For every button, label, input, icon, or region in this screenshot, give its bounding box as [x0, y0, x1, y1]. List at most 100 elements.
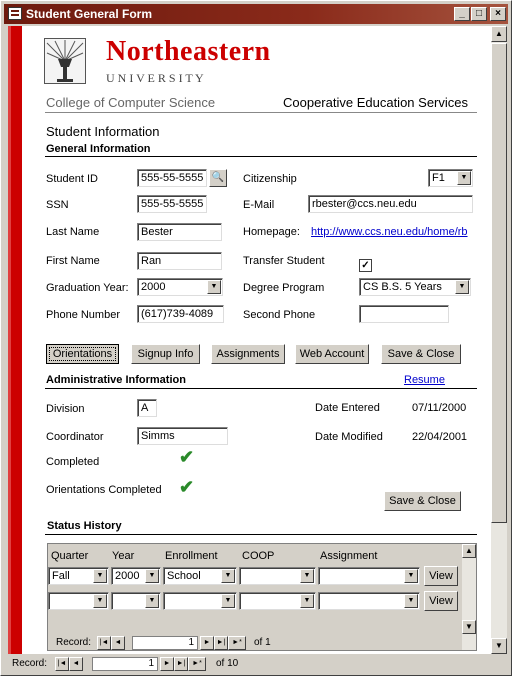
coop-select[interactable]: ▼: [239, 592, 316, 610]
email-label: E-Mail: [243, 199, 275, 211]
chevron-down-icon[interactable]: ▼: [221, 594, 235, 608]
chevron-down-icon[interactable]: ▼: [457, 171, 471, 185]
main-scrollbar[interactable]: ▲ ▼: [491, 26, 507, 654]
last-record-icon[interactable]: ►|: [214, 636, 228, 650]
year-select[interactable]: ▼: [111, 592, 161, 610]
signup-info-button[interactable]: Signup Info: [131, 344, 200, 364]
minimize-button[interactable]: _: [454, 7, 470, 21]
date-modified-value: 22/04/2001: [412, 431, 468, 443]
admin-save-close-button[interactable]: Save & Close: [384, 491, 461, 511]
coordinator-label: Coordinator: [46, 431, 104, 443]
scroll-down-icon[interactable]: ▼: [491, 638, 507, 654]
record-number-input[interactable]: 1: [92, 657, 158, 671]
assignment-select[interactable]: ▼: [318, 567, 420, 585]
degree-label: Degree Program: [243, 282, 325, 294]
chevron-down-icon[interactable]: ▼: [455, 280, 469, 294]
chevron-down-icon[interactable]: ▼: [207, 280, 221, 294]
degree-select[interactable]: CS B.S. 5 Years ▼: [359, 278, 471, 296]
first-name-field[interactable]: Ran: [137, 252, 222, 270]
resume-link[interactable]: Resume: [404, 374, 445, 386]
scroll-up-icon[interactable]: ▲: [491, 26, 507, 42]
section-title: Student Information: [46, 124, 160, 139]
record-label: Record:: [12, 658, 48, 669]
division-field[interactable]: A: [137, 399, 157, 417]
main-navigation: Record: |◄ ◄ 1 ► ►| ►* of 10: [8, 656, 507, 672]
scroll-up-icon[interactable]: ▲: [462, 544, 476, 558]
quarter-select[interactable]: Fall ▼: [48, 567, 109, 585]
grad-year-label: Graduation Year:: [46, 282, 129, 294]
record-number-input[interactable]: 1: [132, 636, 198, 650]
citizenship-select[interactable]: F1 ▼: [428, 169, 473, 187]
view-button[interactable]: View: [424, 566, 458, 586]
chevron-down-icon[interactable]: ▼: [93, 569, 107, 583]
window-title: Student General Form: [26, 7, 153, 21]
orientations-button[interactable]: Orientations: [46, 344, 119, 364]
ssn-field[interactable]: 555-55-5555: [137, 195, 207, 213]
citizenship-label: Citizenship: [243, 173, 297, 185]
column-header: Quarter: [51, 550, 89, 562]
chevron-down-icon[interactable]: ▼: [145, 569, 159, 583]
year-select[interactable]: 2000 ▼: [111, 567, 161, 585]
assignment-select[interactable]: ▼: [318, 592, 420, 610]
new-record-icon[interactable]: ►*: [188, 657, 206, 671]
column-header: COOP: [242, 550, 275, 562]
last-name-field[interactable]: Bester: [137, 223, 222, 241]
chevron-down-icon[interactable]: ▼: [145, 594, 159, 608]
record-selector-bar: [8, 26, 25, 654]
division-label: Division: [46, 403, 85, 415]
date-modified-label: Date Modified: [315, 431, 383, 443]
next-record-icon[interactable]: ►: [160, 657, 174, 671]
chevron-down-icon[interactable]: ▼: [93, 594, 107, 608]
date-entered-label: Date Entered: [315, 402, 380, 414]
header-divider: [45, 112, 477, 113]
assignments-button[interactable]: Assignments: [211, 344, 285, 364]
student-id-field[interactable]: 555-55-5555: [137, 169, 207, 187]
first-record-icon[interactable]: |◄: [97, 636, 111, 650]
coordinator-field[interactable]: Simms: [137, 427, 228, 445]
last-record-icon[interactable]: ►|: [174, 657, 188, 671]
chevron-down-icon[interactable]: ▼: [404, 569, 418, 583]
logo-wordmark: Northeastern: [106, 36, 271, 67]
form-icon: [8, 7, 22, 20]
column-header: Year: [112, 550, 135, 562]
close-button[interactable]: ×: [490, 7, 506, 21]
status-history-subform: Quarter Year Enrollment COOP Assignment …: [47, 543, 477, 651]
homepage-label: Homepage:: [243, 226, 300, 238]
web-account-button[interactable]: Web Account: [295, 344, 369, 364]
phone-field[interactable]: (617)739-4089: [137, 305, 224, 323]
date-entered-value: 07/11/2000: [412, 402, 467, 414]
record-count: of 10: [216, 658, 239, 669]
service-name: Cooperative Education Services: [283, 95, 468, 110]
coop-select[interactable]: ▼: [239, 567, 316, 585]
second-phone-field[interactable]: [359, 305, 449, 323]
record-count: of 1: [254, 637, 271, 648]
transfer-checkbox[interactable]: ✓: [359, 259, 372, 272]
chevron-down-icon[interactable]: ▼: [221, 569, 235, 583]
save-close-button[interactable]: Save & Close: [381, 344, 461, 364]
scroll-down-icon[interactable]: ▼: [462, 620, 476, 634]
chevron-down-icon[interactable]: ▼: [300, 594, 314, 608]
chevron-down-icon[interactable]: ▼: [300, 569, 314, 583]
next-record-icon[interactable]: ►: [200, 636, 214, 650]
status-divider: [45, 534, 477, 535]
first-record-icon[interactable]: |◄: [55, 657, 69, 671]
form-body: Northeastern U N I V E R S I T Y College…: [8, 26, 491, 654]
email-field[interactable]: rbester@ccs.neu.edu: [308, 195, 473, 213]
quarter-select[interactable]: ▼: [48, 592, 109, 610]
view-button[interactable]: View: [424, 591, 458, 611]
maximize-button[interactable]: □: [471, 7, 487, 21]
chevron-down-icon[interactable]: ▼: [404, 594, 418, 608]
prev-record-icon[interactable]: ◄: [111, 636, 125, 650]
enrollment-select[interactable]: School ▼: [163, 567, 237, 585]
completed-label: Completed: [46, 456, 100, 468]
grad-year-select[interactable]: 2000 ▼: [137, 278, 223, 296]
prev-record-icon[interactable]: ◄: [69, 657, 83, 671]
subform-scrollbar[interactable]: ▲ ▼: [462, 544, 476, 650]
scroll-thumb[interactable]: [491, 43, 507, 523]
transfer-label: Transfer Student: [243, 255, 325, 267]
lookup-icon[interactable]: 🔍: [209, 169, 227, 187]
university-logo-icon: [44, 38, 86, 84]
new-record-icon[interactable]: ►*: [228, 636, 246, 650]
homepage-link[interactable]: http://www.ccs.neu.edu/home/rb: [311, 226, 473, 238]
enrollment-select[interactable]: ▼: [163, 592, 237, 610]
